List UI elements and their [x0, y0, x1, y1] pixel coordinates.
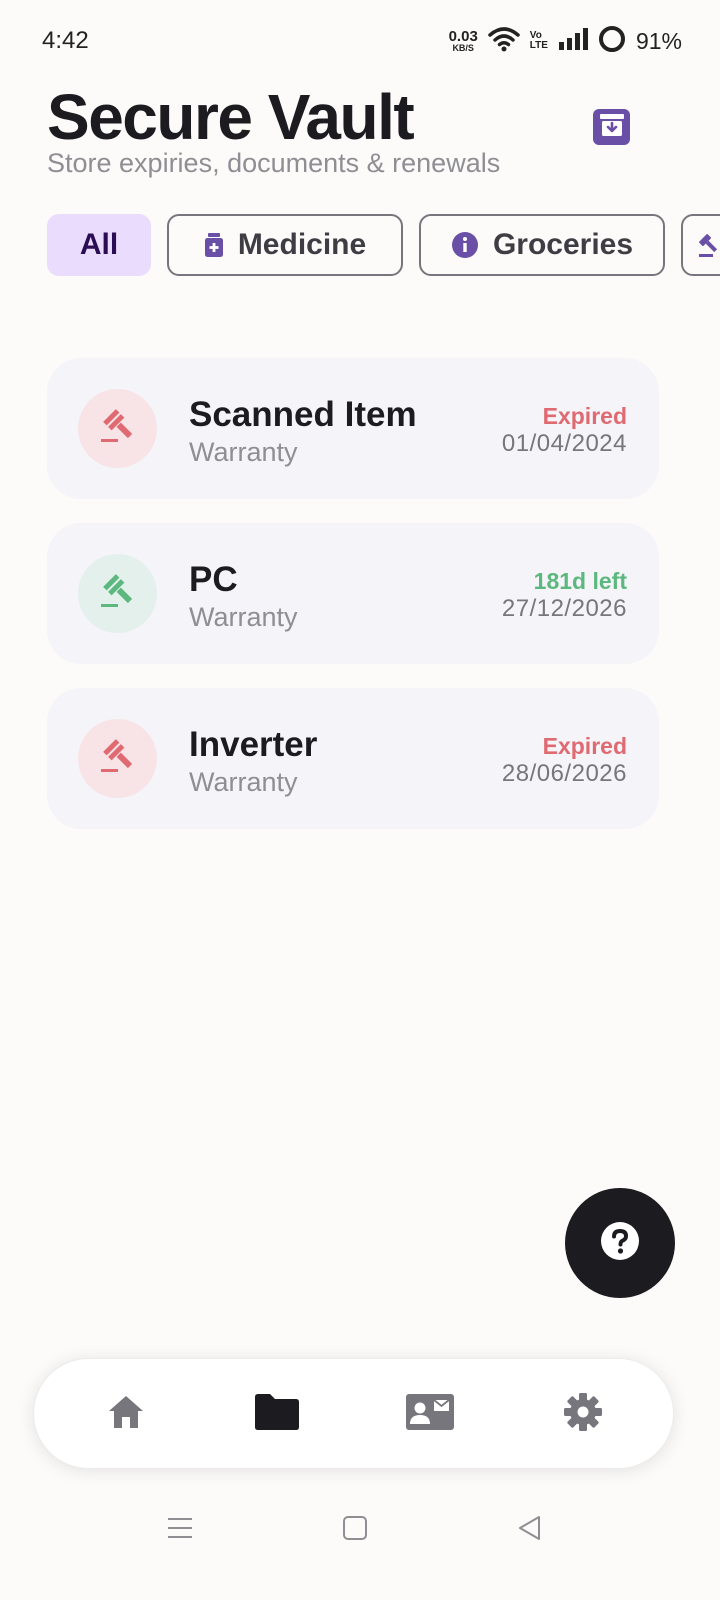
square-icon: [342, 1515, 368, 1546]
nav-home[interactable]: [98, 1389, 154, 1439]
item-status: Expired: [542, 403, 627, 429]
item-date: 27/12/2026: [501, 595, 627, 622]
page-subtitle: Store expiries, documents & renewals: [47, 148, 501, 178]
nav-contacts[interactable]: [402, 1389, 458, 1439]
network-speed-value: 0.03: [448, 28, 478, 45]
recents-button[interactable]: [160, 1510, 200, 1550]
item-category: Warranty: [189, 602, 298, 632]
network-speed: 0.03 KB/S: [449, 29, 478, 53]
chip-groceries[interactable]: Groceries: [419, 214, 665, 276]
gavel-icon: [98, 406, 138, 451]
settings-icon: [563, 1392, 603, 1437]
status-time: 4:42: [42, 27, 89, 54]
volte-indicator: Vo LTE: [530, 31, 548, 51]
vault-item-card[interactable]: PC Warranty 181d left 27/12/2026: [47, 523, 659, 664]
gavel-icon: [697, 232, 720, 258]
chip-warranty[interactable]: [681, 214, 720, 276]
gavel-icon: [98, 736, 138, 781]
item-title: Scanned Item: [189, 395, 417, 434]
archive-icon: [599, 113, 625, 142]
battery-ring-icon: [598, 25, 626, 58]
chip-label: Groceries: [492, 228, 634, 261]
vault-item-card[interactable]: Scanned Item Warranty Expired 01/04/2024: [47, 358, 659, 499]
medicine-icon: [204, 233, 224, 257]
nav-vault[interactable]: [249, 1389, 305, 1439]
signal-icon: [558, 27, 588, 56]
archive-button[interactable]: [593, 109, 630, 145]
home-system-button[interactable]: [335, 1510, 375, 1550]
item-category: Warranty: [189, 437, 298, 467]
item-title: PC: [189, 560, 238, 599]
item-date: 28/06/2026: [501, 760, 627, 787]
item-status: Expired: [542, 733, 627, 759]
folder-icon: [253, 1393, 301, 1436]
item-date: 01/04/2024: [501, 430, 627, 457]
chip-medicine[interactable]: Medicine: [167, 214, 403, 276]
help-icon: [600, 1221, 640, 1266]
status-bar: 4:42 0.03 KB/S Vo LTE 91%: [0, 0, 720, 80]
home-icon: [107, 1394, 145, 1435]
system-navigation-bar: [0, 1500, 720, 1560]
back-system-button[interactable]: [510, 1510, 550, 1550]
info-icon: [451, 231, 479, 259]
chip-label: Medicine: [237, 228, 367, 261]
item-category: Warranty: [189, 767, 298, 797]
status-icons: 0.03 KB/S Vo LTE 91%: [449, 24, 682, 58]
menu-lines-icon: [167, 1516, 193, 1545]
item-title: Inverter: [189, 725, 318, 764]
filter-chips: All Medicine Groceries: [47, 214, 720, 278]
chip-label: All: [79, 228, 119, 261]
battery-percent: 91%: [635, 27, 682, 54]
vault-item-card[interactable]: Inverter Warranty Expired 28/06/2026: [47, 688, 659, 829]
item-icon-badge: [78, 554, 157, 633]
item-status: 181d left: [533, 568, 627, 594]
network-speed-unit: KB/S: [452, 43, 474, 53]
contact-card-icon: [405, 1393, 455, 1436]
help-fab-button[interactable]: [565, 1188, 675, 1298]
gavel-icon: [98, 571, 138, 616]
volte-bottom: LTE: [529, 40, 548, 51]
nav-settings[interactable]: [555, 1389, 611, 1439]
item-icon-badge: [78, 389, 157, 468]
page-title: Secure Vault: [47, 81, 415, 153]
item-icon-badge: [78, 719, 157, 798]
bottom-navigation: [33, 1358, 674, 1469]
wifi-icon: [488, 26, 520, 57]
back-triangle-icon: [517, 1515, 543, 1546]
chip-all[interactable]: All: [47, 214, 151, 276]
